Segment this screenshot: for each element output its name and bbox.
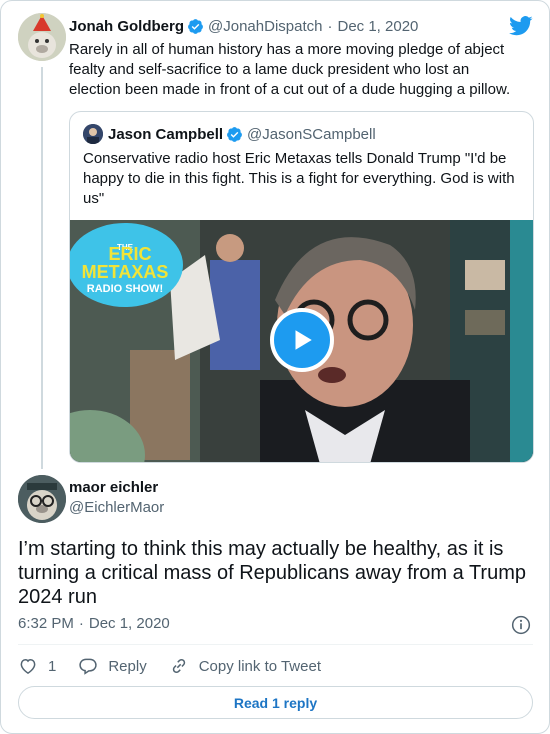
verified-badge-icon <box>187 18 204 35</box>
heart-icon <box>20 658 36 674</box>
maor-avatar[interactable] <box>18 475 66 523</box>
thread-connector <box>41 67 43 469</box>
tweet-date[interactable]: Dec 1, 2020 <box>337 18 418 35</box>
reply-button[interactable]: Reply <box>78 656 147 676</box>
logo-line1: ERIC <box>108 244 151 264</box>
reply-date[interactable]: Dec 1, 2020 <box>89 615 170 632</box>
author-handle[interactable]: @JonahDispatch <box>208 18 322 35</box>
logo-line3: RADIO SHOW! <box>87 283 163 295</box>
link-icon <box>172 658 185 674</box>
reply-label: Reply <box>108 657 147 675</box>
reply-icon <box>79 658 98 675</box>
author-name[interactable]: Jonah Goldberg <box>69 18 184 35</box>
copy-link-button[interactable]: Copy link to Tweet <box>169 656 321 676</box>
quoted-author-handle: @JasonSCampbell <box>247 125 376 143</box>
play-button[interactable] <box>270 308 334 372</box>
read-replies-button[interactable]: Read 1 reply <box>18 686 533 719</box>
quoted-header: Jason Campbell @JasonSCampbell <box>83 124 376 144</box>
quoted-tweet[interactable]: Jason Campbell @JasonSCampbell Conservat… <box>69 111 534 463</box>
reply-author-handle[interactable]: @EichlerMaor <box>69 499 164 516</box>
parent-tweet-text: Rarely in all of human history has a mor… <box>69 41 511 98</box>
info-icon[interactable] <box>511 615 531 635</box>
play-icon <box>295 330 312 350</box>
jonah-avatar[interactable] <box>18 13 66 61</box>
reply-tweet-text: I’m starting to think this may actually … <box>18 538 526 608</box>
separator-dot: · <box>78 615 84 632</box>
verified-badge-icon <box>226 126 243 143</box>
quoted-tweet-text: Conservative radio host Eric Metaxas tel… <box>83 150 515 207</box>
separator-dot: · <box>327 17 333 35</box>
parent-header: Jonah Goldberg @JonahDispatch · Dec 1, 2… <box>69 16 418 36</box>
logo-line2: METAXAS <box>82 262 169 282</box>
video-thumbnail[interactable]: THE ERIC METAXAS RADIO SHOW! <box>70 220 533 462</box>
quoted-author-name: Jason Campbell <box>108 125 224 143</box>
tweet-card: Jonah Goldberg @JonahDispatch · Dec 1, 2… <box>0 0 550 734</box>
twitter-bird-icon[interactable] <box>509 16 533 36</box>
reply-author-name[interactable]: maor eichler <box>69 479 158 496</box>
jason-avatar <box>83 124 103 144</box>
divider <box>18 644 533 645</box>
reply-time[interactable]: 6:32 PM <box>18 615 74 632</box>
action-bar: 1 Reply Copy link to Tweet <box>18 655 343 677</box>
like-count: 1 <box>48 657 57 675</box>
copy-link-label: Copy link to Tweet <box>198 657 321 675</box>
like-button[interactable]: 1 <box>18 656 56 676</box>
reply-timestamp[interactable]: 6:32 PM · Dec 1, 2020 <box>18 615 170 632</box>
